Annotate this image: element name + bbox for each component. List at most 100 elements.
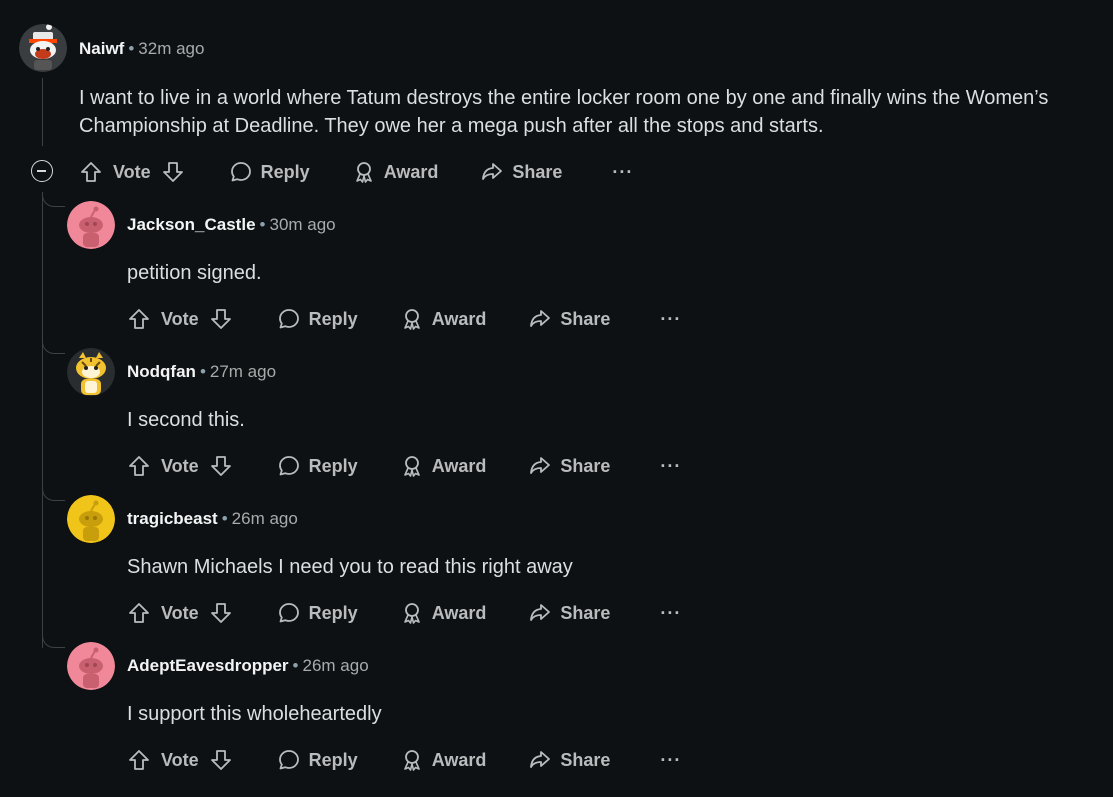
- upvote-button[interactable]: [127, 454, 151, 478]
- downvote-button[interactable]: [209, 601, 233, 625]
- share-arrow-icon: [482, 163, 503, 180]
- author-name[interactable]: Naiwf: [79, 39, 124, 58]
- avatar[interactable]: [67, 348, 115, 396]
- downvote-button[interactable]: [209, 748, 233, 772]
- avatar[interactable]: [67, 201, 115, 249]
- more-options-icon: ···: [660, 603, 682, 623]
- share-button[interactable]: Share: [480, 160, 562, 184]
- speech-bubble-icon: [278, 456, 299, 476]
- more-options-button[interactable]: ···: [604, 163, 633, 181]
- comment-thread: Naiwf • 32m ago I want to live in a world …: [0, 0, 1113, 797]
- snoo-avatar-icon: [67, 642, 115, 690]
- timestamp[interactable]: 27m ago: [210, 362, 276, 381]
- timestamp[interactable]: 32m ago: [138, 39, 204, 58]
- upvote-button[interactable]: [127, 307, 151, 331]
- avatar[interactable]: [67, 495, 115, 543]
- collapse-thread-button[interactable]: [31, 160, 53, 182]
- avatar[interactable]: [19, 24, 67, 72]
- more-options-icon: ···: [660, 309, 682, 329]
- comment-body: petition signed.: [127, 262, 262, 284]
- separator-dot: •: [221, 509, 228, 528]
- vote-label: Vote: [161, 749, 199, 770]
- award-button[interactable]: Award: [400, 748, 487, 772]
- thread-line: [42, 78, 43, 146]
- more-options-button[interactable]: ···: [652, 309, 682, 329]
- downvote-arrow-icon: [162, 162, 183, 182]
- award-label: Award: [383, 161, 439, 182]
- separator-dot: •: [292, 656, 299, 675]
- reply-label: Reply: [308, 455, 358, 476]
- more-options-icon: ···: [660, 750, 682, 770]
- reply-button[interactable]: Reply: [277, 601, 358, 625]
- upvote-arrow-icon: [129, 456, 149, 476]
- upvote-arrow-icon: [81, 162, 101, 182]
- award-button[interactable]: Award: [400, 454, 486, 478]
- vote-label: Vote: [161, 602, 199, 623]
- share-arrow-icon: [530, 751, 551, 768]
- comment-body: I second this.: [127, 409, 245, 431]
- award-button[interactable]: Award: [400, 307, 487, 331]
- share-arrow-icon: [530, 604, 551, 621]
- award-button[interactable]: Award: [352, 160, 439, 184]
- comment-meta: tragicbeast • 26m ago: [127, 509, 298, 529]
- reply-button[interactable]: Reply: [229, 160, 310, 184]
- award-button[interactable]: Award: [400, 601, 486, 625]
- speech-bubble-icon: [278, 309, 299, 329]
- thread-branch: [42, 633, 65, 648]
- award-ribbon-icon: [403, 456, 420, 477]
- award-label: Award: [431, 749, 487, 770]
- author-name[interactable]: Nodqfan: [127, 362, 196, 381]
- award-ribbon-icon: [403, 750, 420, 771]
- timestamp[interactable]: 30m ago: [269, 215, 335, 234]
- comment-body: Shawn Michaels I need you to read this r…: [127, 556, 573, 578]
- award-label: Award: [431, 308, 487, 329]
- author-name[interactable]: tragicbeast: [127, 509, 218, 528]
- downvote-button[interactable]: [161, 160, 185, 184]
- comment-body-line: I want to live in a world where Tatum de…: [79, 87, 1049, 109]
- share-label: Share: [560, 602, 611, 623]
- share-button[interactable]: Share: [528, 601, 610, 625]
- speech-bubble-icon: [230, 162, 251, 182]
- more-options-button[interactable]: ···: [652, 457, 681, 475]
- snoo-avatar-icon: [67, 201, 115, 249]
- reply-button[interactable]: Reply: [277, 748, 358, 772]
- share-label: Share: [560, 749, 611, 770]
- share-button[interactable]: Share: [528, 307, 610, 331]
- share-button[interactable]: Share: [528, 454, 610, 478]
- more-options-button[interactable]: ···: [652, 750, 682, 770]
- more-options-button[interactable]: ···: [652, 603, 682, 623]
- upvote-button[interactable]: [127, 601, 151, 625]
- upvote-arrow-icon: [129, 309, 149, 329]
- share-arrow-icon: [530, 457, 551, 474]
- award-ribbon-icon: [355, 162, 372, 183]
- share-arrow-icon: [530, 310, 551, 327]
- reply-button[interactable]: Reply: [277, 454, 358, 478]
- timestamp[interactable]: 26m ago: [232, 509, 298, 528]
- downvote-arrow-icon: [210, 750, 231, 770]
- snoo-avatar-icon: [67, 495, 115, 543]
- thread-branch: [42, 486, 65, 501]
- share-label: Share: [560, 308, 611, 329]
- share-button[interactable]: Share: [528, 748, 610, 772]
- author-name[interactable]: AdeptEavesdropper: [127, 656, 289, 675]
- timestamp[interactable]: 26m ago: [303, 656, 369, 675]
- comment-meta: Nodqfan • 27m ago: [127, 362, 276, 382]
- downvote-button[interactable]: [209, 307, 233, 331]
- upvote-arrow-icon: [129, 750, 149, 770]
- action-bar: Vote Reply Award Share ···: [127, 305, 681, 333]
- avatar[interactable]: [67, 642, 115, 690]
- thread-line-children: [42, 192, 43, 648]
- award-ribbon-icon: [403, 603, 420, 624]
- upvote-button[interactable]: [79, 160, 103, 184]
- author-name[interactable]: Jackson_Castle: [127, 215, 256, 234]
- separator-dot: •: [199, 362, 206, 381]
- comment-body-line: Championship at Deadline. They owe her a…: [79, 115, 824, 137]
- reply-label: Reply: [308, 749, 358, 770]
- upvote-button[interactable]: [127, 748, 151, 772]
- vote-group: Vote: [127, 307, 233, 331]
- downvote-button[interactable]: [209, 454, 233, 478]
- reply-label: Reply: [260, 161, 310, 182]
- reply-button[interactable]: Reply: [277, 307, 358, 331]
- share-label: Share: [560, 455, 611, 476]
- snoo-avatar-icon: [19, 24, 67, 72]
